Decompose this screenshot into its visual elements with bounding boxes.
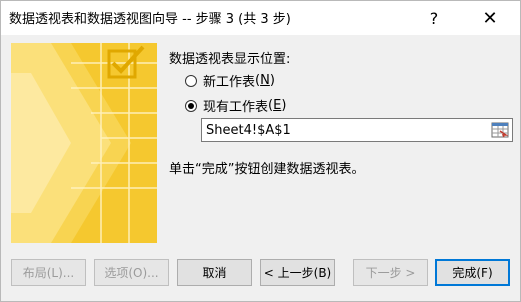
radio-button[interactable]	[185, 74, 197, 87]
help-button[interactable]: ?	[411, 1, 457, 35]
next-button[interactable]: 下一步 >	[353, 259, 428, 286]
finish-button[interactable]: 完成(F)	[435, 259, 510, 286]
pivot-wizard-dialog: 数据透视表和数据透视图向导 -- 步骤 3 (共 3 步) ? ✕ 数据透视表显…	[0, 0, 521, 302]
range-input[interactable]	[202, 119, 488, 141]
location-heading: 数据透视表显示位置:	[169, 52, 291, 67]
range-select-button[interactable]	[489, 120, 511, 140]
back-button[interactable]: < 上一步(B)	[260, 259, 335, 286]
close-icon: ✕	[482, 7, 498, 29]
range-select-icon	[491, 122, 509, 138]
radio-label: 新工作表	[203, 75, 256, 90]
hotkey-letter: E	[273, 98, 282, 113]
radio-existing-worksheet[interactable]: 现有工作表(E)	[185, 96, 286, 115]
radio-button[interactable]	[185, 99, 197, 112]
hotkey-letter: N	[260, 73, 270, 88]
radio-new-worksheet[interactable]: 新工作表(N)	[185, 71, 275, 90]
range-field	[201, 118, 513, 142]
radio-label: 现有工作表	[203, 100, 269, 115]
window-title: 数据透视表和数据透视图向导 -- 步骤 3 (共 3 步)	[9, 12, 291, 27]
options-button[interactable]: 选项(O)...	[94, 259, 169, 286]
wizard-illustration	[11, 43, 157, 243]
close-button[interactable]: ✕	[467, 1, 513, 35]
help-icon: ?	[429, 8, 439, 28]
title-bar: 数据透视表和数据透视图向导 -- 步骤 3 (共 3 步) ? ✕	[1, 1, 520, 35]
wizard-graphic	[11, 43, 157, 243]
cancel-button[interactable]: 取消	[177, 259, 252, 286]
layout-button[interactable]: 布局(L)...	[11, 259, 86, 286]
instruction-text: 单击“完成”按钮创建数据透视表。	[169, 162, 365, 177]
